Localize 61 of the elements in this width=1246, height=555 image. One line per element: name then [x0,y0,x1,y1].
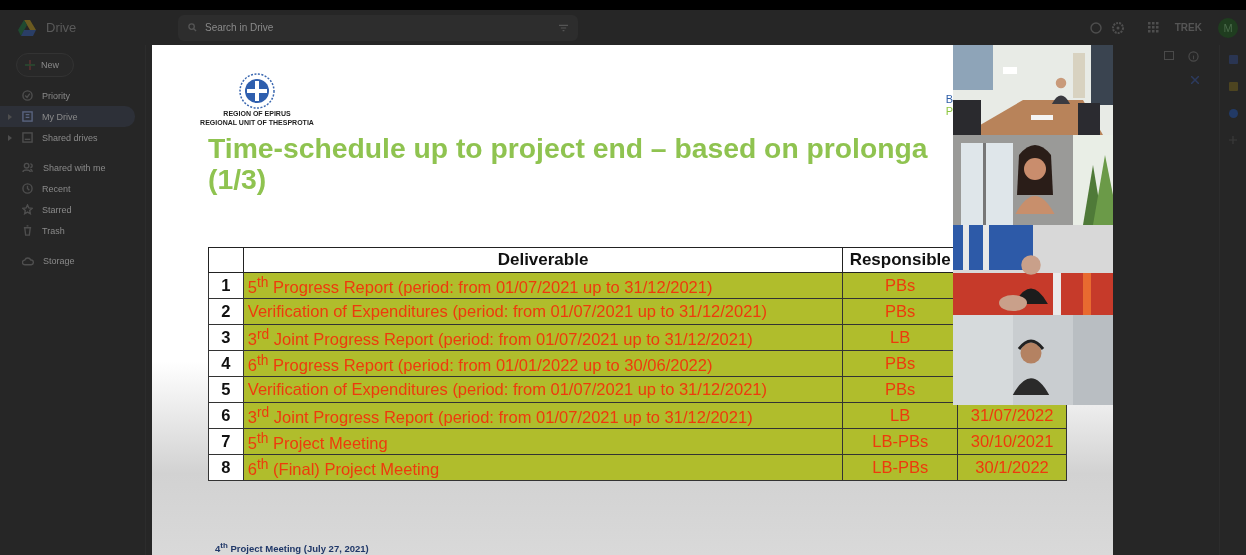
deliverable-cell: 5$^{th}$ Progress Report (period: from 01/07/2021 up to 31/12/2021) [243,272,843,299]
drive-icon [22,111,33,122]
partner-logo-text: B [945,93,953,105]
slide-title: (1/3) [208,164,268,195]
cloud-icon [22,255,34,266]
sidebar-item[interactable]: Shared drives [0,127,135,148]
note-icon[interactable] [1228,82,1238,91]
column-header: Deliverable [243,247,843,273]
people-icon [22,162,34,173]
clock-icon [22,183,33,194]
deadline-cell: 30/10/2021 [957,428,1067,455]
partner-logo-text: P [945,105,953,117]
trash-icon [22,225,33,236]
filter-icon[interactable] [559,23,568,32]
slide-title: Time-schedule up to project end – based on prolonga [208,133,929,164]
plus-icon [25,60,35,70]
row-number: 4 [208,350,244,377]
deliverable-cell: 6$^{th}$ Progress Report (period: from 01/01/2022 up to 30/06/2022) [243,350,843,377]
check-circle-icon [22,90,33,101]
responsible-cell: LB-PBs [842,454,958,481]
deliverable-cell: Verification of Expenditures (period: from 01/07/2021 up to 31/12/2021) [243,298,843,325]
row-number: 8 [208,454,244,481]
row-number: 3 [208,324,244,351]
sidebar-item[interactable]: Trash [0,220,135,241]
settings-icon[interactable] [1111,21,1124,34]
deliverable-cell: 3$^{rd}$ Joint Progress Report (period: from 01/07/2021 up to 31/12/2021) [243,324,843,351]
row-number: 6 [208,402,244,429]
sidebar-item[interactable]: Shared with me [0,157,135,178]
new-button[interactable]: New [16,53,74,77]
expand-caret-icon[interactable] [8,113,12,120]
drive-logo-icon [18,19,36,36]
search-icon [188,23,197,32]
sidebar-item[interactable]: Priority [0,85,135,106]
sidebar-item[interactable]: Storage [0,250,135,271]
apps-grid-icon[interactable] [1147,22,1159,33]
emblem-icon [239,73,275,109]
sidebar-item[interactable]: My Drive [0,106,135,127]
shared-drive-icon [22,132,33,143]
info-icon[interactable] [1188,51,1199,62]
grid-view-icon[interactable] [1164,51,1174,60]
deliverable-cell: Verification of Expenditures (period: from 01/07/2021 up to 31/12/2021) [243,376,843,403]
row-number: 7 [208,428,244,455]
row-number: 1 [208,272,244,299]
deliverable-cell: 3$^{rd}$ Joint Progress Report (period: from 01/07/2021 up to 31/12/2021) [243,402,843,429]
search-field[interactable]: Search in Drive [178,14,578,41]
help-icon[interactable] [1089,21,1102,34]
tasks-icon[interactable] [1228,109,1238,118]
deliverable-cell: 5$^{th}$ Project Meeting [243,428,843,455]
star-icon [22,204,33,215]
sidebar-item[interactable]: Recent [0,178,135,199]
deliverable-cell: 6$^{th}$ (Final) Project Meeting [243,454,843,481]
deadline-cell: 30/1/2022 [957,454,1067,481]
row-number: 2 [208,298,244,325]
close-icon[interactable] [1191,76,1199,84]
responsible-cell: LB-PBs [842,428,958,455]
slide-footer: 4$^{th}$ Project Meeting (July 27, 2021) [215,539,1113,555]
responsible-cell: LB [842,402,958,429]
row-number: 5 [208,376,244,403]
calendar-icon[interactable] [1228,55,1238,64]
sidebar-item[interactable]: Starred [0,199,135,220]
expand-caret-icon[interactable] [8,134,12,141]
